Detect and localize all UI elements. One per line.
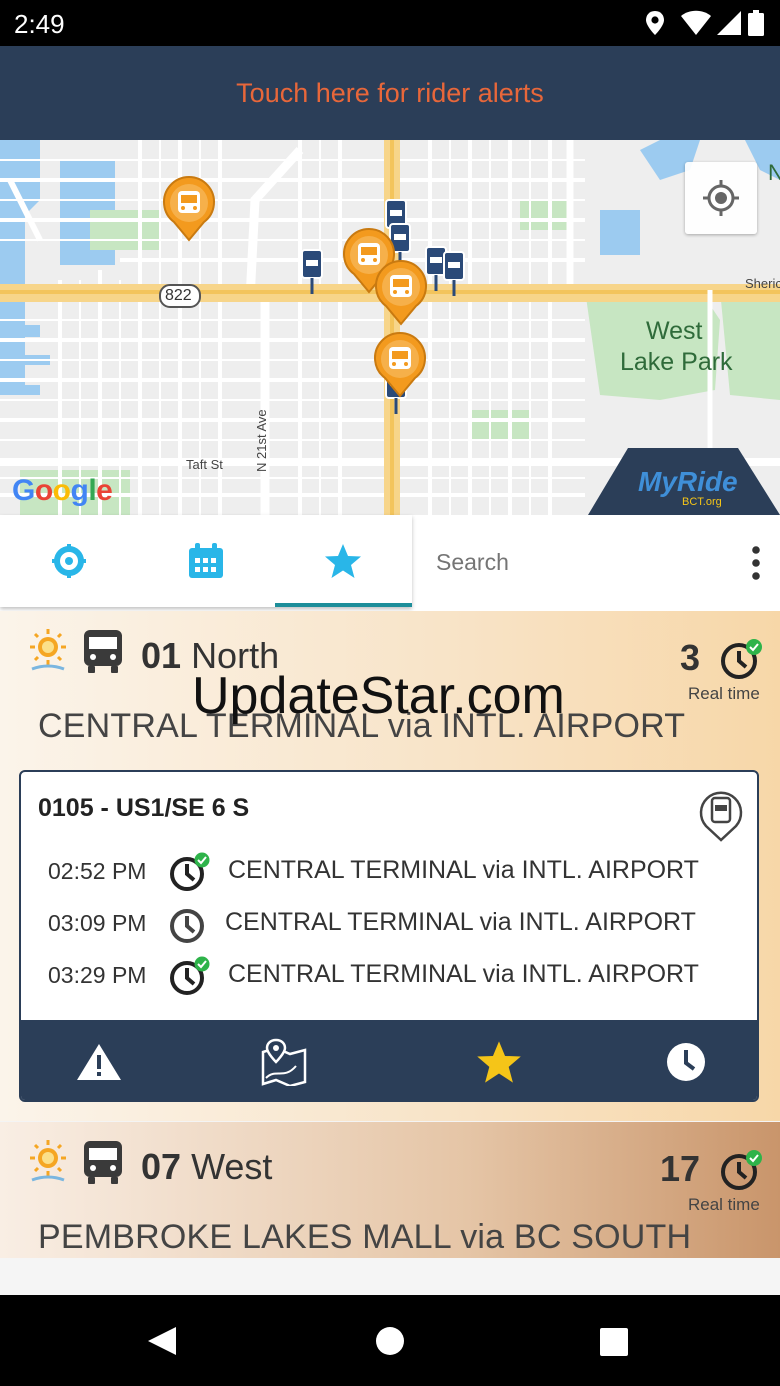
tab-bar: [0, 515, 780, 611]
overflow-menu-icon[interactable]: [744, 543, 768, 583]
route-number: 07: [141, 1146, 182, 1187]
watermark-text: UpdateStar.com: [192, 667, 565, 725]
bus-vehicle-marker[interactable]: [372, 260, 430, 326]
highway-label: 822: [165, 287, 192, 304]
alerts-button[interactable]: [39, 1020, 159, 1100]
active-tab-indicator: [275, 603, 412, 607]
my-location-icon: [703, 180, 739, 216]
tab-schedule[interactable]: [137, 515, 274, 607]
schedule-button[interactable]: [626, 1020, 746, 1100]
status-bar: 2:49: [0, 0, 780, 46]
search-input[interactable]: [436, 545, 716, 579]
tab-favorites[interactable]: [274, 515, 411, 607]
bus-icon: [84, 630, 122, 673]
myride-logo-subtext: BCT.org: [682, 496, 722, 508]
sun-weather-icon: [30, 629, 66, 671]
myride-logo-text: MyRide: [638, 466, 738, 497]
route-map[interactable]: 822 N 21st Ave Taft St West Lake Park Sh…: [0, 140, 780, 515]
arrival-row: 03:29 PM CENTRAL TERMINAL via INTL. AIRP…: [21, 952, 757, 998]
arrival-row: 02:52 PM CENTRAL TERMINAL via INTL. AIRP…: [21, 848, 757, 894]
tab-panel: [0, 515, 412, 607]
arrival-row: 03:09 PM CENTRAL TERMINAL via INTL. AIRP…: [21, 900, 757, 946]
favorite-button[interactable]: [439, 1020, 559, 1100]
scheduled-clock-icon: [170, 909, 204, 943]
arrival-time: 03:29 PM: [48, 962, 147, 988]
map-icon: [261, 1038, 307, 1086]
arrival-time: 02:52 PM: [48, 858, 147, 884]
target-icon: [51, 544, 86, 578]
route-map-button[interactable]: [224, 1020, 344, 1100]
street-label-n21st: N 21st Ave: [254, 409, 269, 472]
recents-icon[interactable]: [598, 1326, 630, 1358]
signal-icon: [717, 11, 741, 35]
back-icon[interactable]: [146, 1325, 178, 1357]
calendar-icon: [188, 543, 223, 578]
system-nav-bar: [0, 1295, 780, 1386]
bus-vehicle-marker[interactable]: [371, 332, 429, 398]
clock-icon: [667, 1043, 705, 1081]
bus-stop-marker[interactable]: [300, 248, 324, 294]
alert-icon: [77, 1044, 121, 1080]
arrival-time: 03:09 PM: [48, 910, 147, 936]
realtime-label: Real time: [688, 1195, 760, 1214]
star-icon: [324, 544, 361, 578]
bus-stop-pin-icon[interactable]: [698, 788, 744, 842]
status-time: 2:49: [14, 9, 65, 39]
stop-action-bar: [21, 1020, 757, 1100]
street-label-taft: Taft St: [186, 457, 223, 472]
home-icon[interactable]: [374, 1325, 406, 1357]
street-label-edge: Sheric: [745, 276, 780, 291]
tab-nearby[interactable]: [0, 515, 137, 607]
sun-weather-icon: [30, 1140, 66, 1182]
route-number: 01: [141, 635, 182, 676]
battery-icon: [748, 10, 764, 36]
stop-card[interactable]: 0105 - US1/SE 6 S 02:52 PM CENTRAL TERMI…: [19, 770, 759, 1102]
map-label-edge-n: N: [768, 160, 780, 185]
my-location-button[interactable]: [685, 162, 757, 234]
route-card[interactable]: 07 West 17 Real time PEMBROKE LAKES MALL…: [0, 1122, 780, 1258]
rider-alerts-bar[interactable]: Touch here for rider alerts: [0, 46, 780, 140]
rider-alerts-text: Touch here for rider alerts: [236, 77, 544, 108]
realtime-label: Real time: [688, 684, 760, 703]
realtime-clock-icon: [170, 852, 210, 891]
google-logo: Google: [12, 474, 113, 507]
stop-title: 0105 - US1/SE 6 S: [38, 794, 250, 822]
route-direction: West: [191, 1146, 273, 1187]
route-title: 07 West: [141, 1146, 272, 1188]
location-icon: [646, 11, 664, 35]
realtime-clock-icon: [721, 1150, 762, 1190]
realtime-clock-icon: [170, 956, 210, 995]
route-destination: PEMBROKE LAKES MALL via BC SOUTH: [38, 1218, 692, 1256]
bus-stop-marker[interactable]: [442, 250, 466, 296]
park-label-line1: West: [646, 317, 703, 345]
wifi-icon: [681, 10, 711, 35]
arrival-destination: CENTRAL TERMINAL via INTL. AIRPORT: [228, 856, 699, 884]
realtime-count: 17: [660, 1148, 701, 1189]
bus-icon: [84, 1141, 122, 1184]
star-icon: [477, 1041, 521, 1083]
arrival-destination: CENTRAL TERMINAL via INTL. AIRPORT: [225, 908, 696, 936]
realtime-count: 3: [680, 637, 701, 678]
park-label-line2: Lake Park: [620, 348, 733, 376]
list-end-spacer: [0, 1258, 780, 1295]
arrival-destination: CENTRAL TERMINAL via INTL. AIRPORT: [228, 960, 699, 988]
realtime-clock-icon: [721, 639, 762, 679]
bus-vehicle-marker[interactable]: [160, 176, 218, 242]
